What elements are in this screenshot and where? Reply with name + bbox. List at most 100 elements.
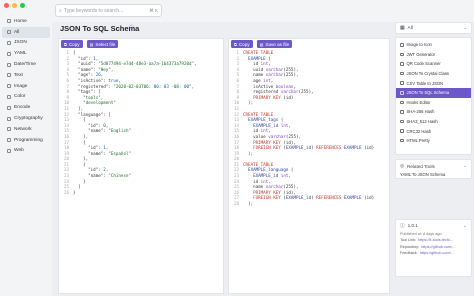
category-icon [7,94,11,99]
sidebar-item-color[interactable]: Color [2,92,50,103]
tool-item[interactable]: SHA3_512 Hash [396,117,471,127]
save-as-file-button[interactable]: ▤ Save as file [256,40,293,48]
tool-icon [400,129,404,133]
favorite-star-icon[interactable]: ☆ [128,23,134,31]
tool-item[interactable]: Hooks Editor [396,98,471,108]
tool-item[interactable]: HTML Pretty [396,136,471,146]
tool-icon [400,119,404,124]
tool-icon [400,71,404,76]
file-icon: ▤ [89,41,94,47]
info-icon: ⓘ [400,223,405,228]
sql-editor[interactable]: 1 CREATE TABLE 2 EXAMPLE (3 id int, 4 uuid … [229,50,389,207]
sidebar-item-encode[interactable]: Encode [2,102,50,113]
select-file-button[interactable]: ▤ Select file [86,40,119,48]
tool-icon [400,81,404,85]
code-line: 26} [61,190,223,196]
copy-button[interactable]: ⧉ Copy [61,40,83,48]
sidebar-item-home[interactable]: Home [2,16,50,27]
app-window: ⌕ Type keywords to search... ⌘ K Home All… [0,0,474,296]
json-input-panel: ⧉ Copy ▤ Select file 1{2 "id": 1, 3 "uuid… [58,38,224,294]
code-line: 27 FOREIGN KEY (EXAMPLE_id) REFERENCES E… [231,195,389,201]
sidebar: Home All JSON YAML Date/Time Text Image Color En… [0,16,52,296]
tool-item[interactable]: JSON To Crystal Class [396,69,471,79]
grid-icon: ▦ [400,25,405,31]
tool-item[interactable]: JSON To SQL Schema [396,87,471,98]
related-tool-item[interactable]: YAML To JSON Schema [400,172,467,177]
tool-item[interactable]: CRC32 Hash [396,126,471,136]
copy-output-button[interactable]: ⧉ Copy [231,40,253,48]
repository-link[interactable]: https://github.com/... [421,245,455,249]
tool-icon [400,91,404,95]
tool-icon [400,62,404,66]
sidebar-item-json[interactable]: JSON [2,38,50,49]
tool-icon [400,138,404,143]
tool-info: ⓘ 1.0.1 ⌄ Published at: 8 days ago Tool … [395,219,472,277]
sidebar-item-cryptography[interactable]: Cryptography [2,113,50,124]
code-text: ); [243,100,254,106]
category-icon [7,138,11,143]
code-line: 18 FOREIGN KEY (EXAMPLE_id) REFERENCES E… [231,145,389,151]
code-text: } [73,189,76,195]
search-placeholder: Type keywords to search... [63,7,124,14]
version-label: 1.0.1 [407,223,418,228]
sidebar-item-all[interactable]: All [2,26,50,38]
tool-item[interactable]: Image to Icon [396,40,471,50]
code-text: FOREIGN KEY (EXAMPLE_id) REFERENCES EXAM… [253,195,375,201]
title-bar: ⌕ Type keywords to search... ⌘ K [0,0,474,22]
minimize-window-button[interactable] [12,3,17,8]
category-icon [7,105,11,110]
sidebar-item-text[interactable]: Text [2,70,50,81]
right-sidebar: ▦ All ⌄ Image to Icon JWT Generator QR Cod… [395,22,472,294]
sql-output-panel: ⧉ Copy ▤ Save as file 1 CREATE TABLE 2 EXA… [228,38,390,294]
code-line: 28 ); [231,201,389,207]
tool-icon [400,43,404,47]
published-date: Published at: 8 days ago [400,231,442,236]
related-tools: ◎ Related Tools ⌄ YAML To JSON Schema [395,159,472,179]
search-shortcut: ⌘ K [149,7,158,13]
category-icon [7,51,11,56]
tool-icon [400,100,404,105]
feedback-link[interactable]: https://github.com/... [420,251,454,255]
category-icon [7,40,11,45]
category-select[interactable]: ▦ All ⌄ [396,23,471,33]
json-editor[interactable]: 1{2 "id": 1, 3 "uuid": "5d877494-e7d4-48e… [59,50,223,195]
chevron-down-icon: ⌄ [463,25,467,30]
maximize-window-button[interactable] [20,3,25,8]
tool-icon [400,52,404,57]
tool-item[interactable]: JWT Generator [396,50,471,60]
chevron-down-icon: ⌄ [463,163,467,168]
window-controls [4,3,25,8]
category-icon [7,127,11,132]
tool-list: Image to Icon JWT Generator QR Code Scanne… [395,37,472,155]
category-icon [7,116,11,121]
tool-link[interactable]: https://it-tools.tech/... [418,238,453,242]
copy-icon: ⧉ [234,41,237,47]
tool-item[interactable]: CSV Table to JSON [396,78,471,88]
code-text: ); [243,201,254,207]
code-text: ); [243,150,254,156]
tool-item[interactable]: QR Code Scanner [396,59,471,69]
sidebar-item-yaml[interactable]: YAML [2,48,50,59]
sidebar-item-network[interactable]: Network [2,124,50,135]
category-icon [7,73,11,78]
line-number: 28 [233,201,239,207]
sidebar-item-programming[interactable]: Programming [2,135,50,146]
search-icon: ⌕ [59,7,62,14]
category-icon [7,84,11,89]
category-icon [7,62,11,67]
category-icon [7,19,11,24]
tool-item[interactable]: SHA-256 Hash [396,107,471,117]
code-text: FOREIGN KEY (EXAMPLE_id) REFERENCES EXAM… [253,145,375,151]
category-icon [7,30,11,35]
search-input[interactable]: ⌕ Type keywords to search... ⌘ K [55,4,162,17]
copy-icon: ⧉ [64,41,67,47]
close-window-button[interactable] [4,3,9,8]
line-number: 26 [63,189,69,195]
save-icon: ▤ [259,41,264,47]
sidebar-item-web[interactable]: Web [2,146,50,157]
tool-icon [400,110,404,114]
related-icon: ◎ [400,163,405,168]
category-icon [7,148,11,153]
sidebar-item-image[interactable]: Image [2,81,50,92]
sidebar-item-date-time[interactable]: Date/Time [2,59,50,70]
